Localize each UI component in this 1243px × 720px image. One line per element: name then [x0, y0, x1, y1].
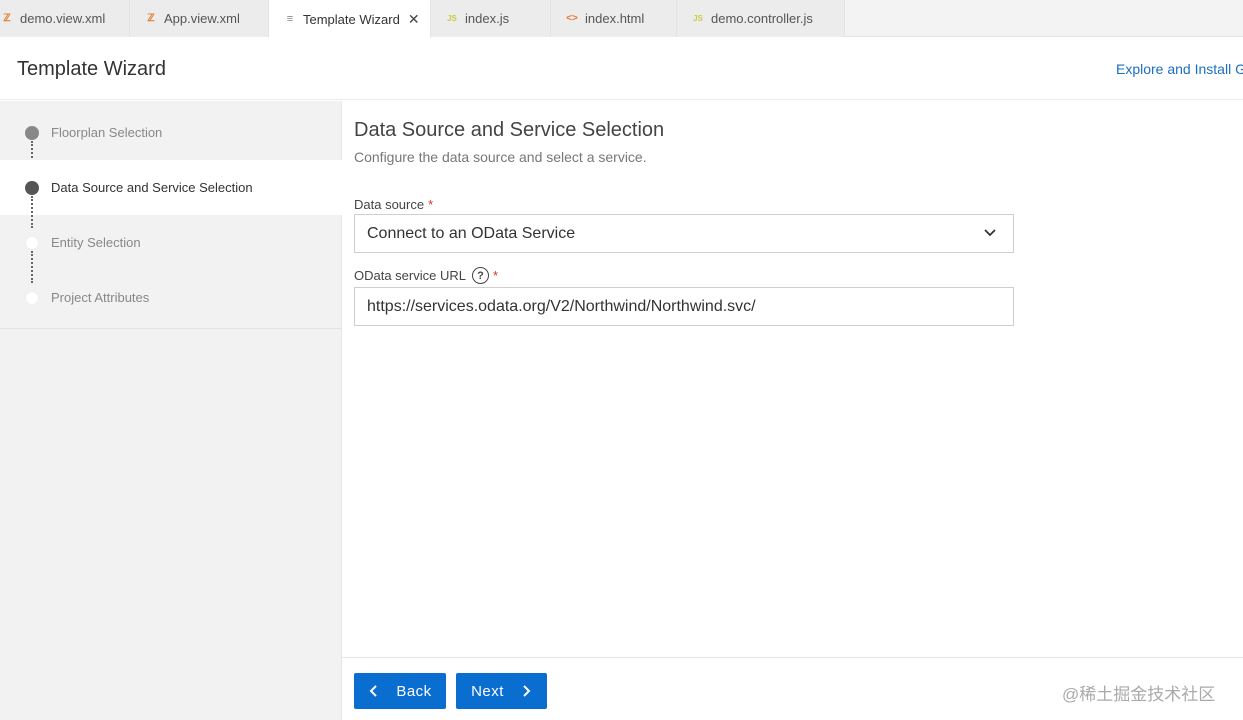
step-current-indicator [25, 180, 39, 195]
tab-template-wizard[interactable]: ≡ Template Wizard ✕ [269, 0, 431, 38]
next-label: Next [471, 682, 504, 700]
js-file-icon: JS [447, 14, 457, 23]
document-icon: ≡ [286, 13, 294, 25]
tab-label: demo.view.xml [20, 11, 106, 26]
js-file-icon: JS [693, 14, 703, 23]
tab-label: index.js [465, 11, 510, 26]
step-done-indicator [25, 125, 39, 140]
required-mark: * [492, 268, 499, 283]
help-icon[interactable]: ? [471, 267, 489, 284]
wizard-main-panel: Data Source and Service Selection Config… [342, 101, 1243, 720]
wizard-steps-sidebar: Floorplan Selection Data Source and Serv… [0, 101, 342, 720]
watermark-text: @稀土掘金技术社区 [1062, 685, 1216, 704]
sidebar-divider [0, 328, 342, 329]
step-pending-indicator [25, 235, 39, 250]
service-url-input[interactable]: https://services.odata.org/V2/Northwind/… [354, 287, 1014, 326]
field-label-text: OData service URL [354, 268, 466, 283]
tab-demo-controller-js[interactable]: JS demo.controller.js [677, 0, 845, 37]
page-title: Template Wizard [17, 58, 166, 80]
wizard-footer: Back Next @稀土掘金技术社区 [342, 657, 1243, 720]
explore-generators-link[interactable]: Explore and Install Generators [1116, 61, 1243, 77]
service-url-label: OData service URL ? * [354, 267, 498, 284]
xml-file-icon: ℤ [3, 13, 11, 24]
chevron-left-icon [369, 685, 378, 697]
service-url-value: https://services.odata.org/V2/Northwind/… [367, 297, 756, 315]
step-label: Data Source and Service Selection [51, 180, 253, 195]
editor-tab-bar: ℤ demo.view.xml ℤ App.view.xml ≡ Templat… [0, 0, 1243, 38]
wizard-header: Template Wizard Explore and Install Gene… [0, 38, 1243, 100]
data-source-label: Data source * [354, 197, 433, 212]
close-icon[interactable]: ✕ [408, 11, 420, 28]
tab-label: index.html [585, 11, 645, 26]
section-title: Data Source and Service Selection [354, 119, 665, 141]
step-label: Floorplan Selection [51, 125, 163, 140]
section-subtitle: Configure the data source and select a s… [354, 149, 647, 165]
html-file-icon: <> [566, 13, 578, 24]
step-label: Project Attributes [51, 290, 150, 305]
step-data-source-selection[interactable]: Data Source and Service Selection [0, 160, 342, 215]
step-label: Entity Selection [51, 235, 141, 250]
xml-file-icon: ℤ [147, 13, 155, 24]
tab-demo-view-xml[interactable]: ℤ demo.view.xml [0, 0, 130, 37]
tab-label: App.view.xml [164, 11, 240, 26]
required-mark: * [428, 197, 434, 212]
field-label-text: Data source [354, 197, 425, 212]
data-source-value: Connect to an OData Service [367, 224, 576, 242]
next-button[interactable]: Next [456, 673, 547, 709]
step-pending-indicator [25, 290, 39, 305]
tab-label: Template Wizard [303, 11, 400, 27]
step-floorplan-selection[interactable]: Floorplan Selection [0, 105, 342, 160]
step-entity-selection[interactable]: Entity Selection [0, 215, 342, 270]
tab-index-html[interactable]: <> index.html [551, 0, 677, 37]
tab-app-view-xml[interactable]: ℤ App.view.xml [130, 0, 269, 37]
data-source-select[interactable]: Connect to an OData Service [354, 214, 1014, 253]
chevron-down-icon [984, 229, 996, 237]
back-button[interactable]: Back [354, 673, 446, 709]
step-project-attributes[interactable]: Project Attributes [0, 270, 342, 325]
chevron-right-icon [523, 685, 531, 697]
back-label: Back [396, 682, 432, 700]
tab-label: demo.controller.js [711, 11, 813, 26]
tab-index-js[interactable]: JS index.js [431, 0, 551, 37]
